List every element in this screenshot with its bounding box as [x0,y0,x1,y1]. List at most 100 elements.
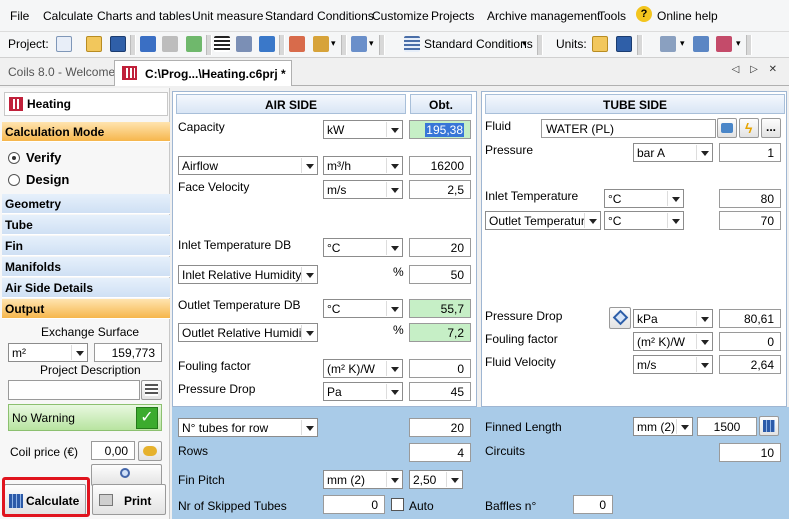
chevron-down-icon[interactable] [386,472,401,487]
outlet-temperature-select[interactable]: Outlet Temperature [485,211,601,230]
air-fouling-unit-select[interactable]: (m² K)/W [323,359,403,378]
standard-conditions-dropdown[interactable]: Standard Conditions [424,37,533,51]
chevron-down-icon[interactable] [667,213,682,228]
section-output[interactable]: Output [2,299,170,319]
chevron-down-icon[interactable] [696,334,711,349]
chevron-down-icon[interactable] [386,384,401,399]
inlet-temperature-input[interactable]: 80 [719,189,781,208]
skipped-tubes-input[interactable]: 0 [323,495,385,514]
fluid-select-button[interactable] [717,118,737,138]
tube-pressure-drop-unit-select[interactable]: kPa [633,309,713,328]
chevron-down-icon[interactable] [71,345,86,360]
pressure-unit-select[interactable]: bar A [633,143,713,162]
fluid-properties-button[interactable]: ϟ [739,118,759,138]
chevron-down-icon[interactable] [301,158,316,173]
tube-pressure-drop-input[interactable]: 80,61 [719,309,781,328]
auto-checkbox[interactable] [391,498,404,511]
chevron-down-icon[interactable] [584,213,599,228]
finned-length-calc-button[interactable] [759,416,779,436]
menu-archive[interactable]: Archive management [487,9,600,23]
list-icon[interactable] [214,36,230,52]
radio-verify-label[interactable]: Verify [26,150,61,165]
chevron-down-icon[interactable] [696,145,711,160]
chevron-down-icon[interactable] [301,267,316,282]
chart-bar-icon[interactable] [313,36,329,52]
inlet-rh-input[interactable]: 50 [409,265,471,284]
open-units-icon[interactable] [592,36,608,52]
radio-verify[interactable] [8,152,20,164]
chevron-down-icon[interactable]: ▾ [331,38,336,49]
section-calculation-mode[interactable]: Calculation Mode [2,122,170,142]
menu-file[interactable]: File [10,9,29,23]
section-tube[interactable]: Tube [2,215,170,235]
tube-fouling-input[interactable]: 0 [719,332,781,351]
tab-navigation[interactable]: ◁ ▷ ✕ [732,64,781,75]
settings-icon[interactable] [660,36,676,52]
calculator-icon[interactable] [140,36,156,52]
outlet-temperature-unit-select[interactable]: °C [604,211,684,230]
fin-pitch-unit-select[interactable]: mm (2) [323,470,403,489]
airflow-select[interactable]: Airflow [178,156,318,175]
chevron-down-icon[interactable] [676,419,691,434]
fluid-velocity-unit-select[interactable]: m/s [633,355,713,374]
tube-fouling-unit-select[interactable]: (m² K)/W [633,332,713,351]
rows-input[interactable]: 4 [409,443,471,462]
chevron-down-icon[interactable]: ▾ [369,38,374,49]
airflow-input[interactable]: 16200 [409,156,471,175]
menu-customize[interactable]: Customize [372,9,429,23]
chevron-down-icon[interactable] [301,325,316,340]
section-manifolds[interactable]: Manifolds [2,257,170,277]
inlet-db-input[interactable]: 20 [409,238,471,257]
menu-charts[interactable]: Charts and tables [97,9,191,23]
wing-icon[interactable] [259,36,275,52]
menu-tools[interactable]: Tools [598,9,626,23]
face-velocity-unit-select[interactable]: m/s [323,180,403,199]
capacity-unit-select[interactable]: kW [323,120,403,139]
tools-icon[interactable] [236,36,252,52]
print-button[interactable]: Print [92,484,166,515]
chart-icon[interactable] [186,36,202,52]
coins-button[interactable] [138,441,162,461]
air-fouling-input[interactable]: 0 [409,359,471,378]
inlet-rh-select[interactable]: Inlet Relative Humidity [178,265,318,284]
chevron-down-icon[interactable]: ▾ [522,38,527,49]
exchange-unit-select[interactable]: m² [8,343,88,362]
menu-projects[interactable]: Projects [431,9,474,23]
section-fin[interactable]: Fin [2,236,170,256]
air-pressure-drop-input[interactable]: 45 [409,382,471,401]
chevron-down-icon[interactable]: ▾ [680,38,685,49]
tab-heating-project[interactable]: C:\Prog...\Heating.c6prj * [114,60,292,86]
finned-length-unit-select[interactable]: mm (2) [633,417,693,436]
coil-price-input[interactable]: 0,00 [91,441,135,460]
open-folder-icon[interactable] [86,36,102,52]
fluid-velocity-input[interactable]: 2,64 [719,355,781,374]
section-geometry[interactable]: Geometry [2,194,170,214]
edit-description-button[interactable] [141,380,162,400]
menu-standard-conditions[interactable]: Standard Conditions [265,9,374,23]
chevron-down-icon[interactable] [301,420,316,435]
chevron-down-icon[interactable] [386,301,401,316]
tubes-per-row-select[interactable]: N° tubes for row [178,418,318,437]
print-icon[interactable] [162,36,178,52]
capacity-value[interactable]: 195,38 [409,120,471,139]
outlet-temperature-input[interactable]: 70 [719,211,781,230]
export-icon[interactable] [693,36,709,52]
save-icon[interactable] [110,36,126,52]
new-project-icon[interactable] [56,36,72,52]
user-icon[interactable] [716,36,732,52]
finned-length-input[interactable]: 1500 [697,417,757,436]
inlet-temperature-unit-select[interactable]: °C [604,189,684,208]
pressure-input[interactable]: 1 [719,143,781,162]
menu-calculate[interactable]: Calculate [43,9,93,23]
outlet-rh-select[interactable]: Outlet Relative Humidity [178,323,318,342]
chevron-down-icon[interactable] [667,191,682,206]
chevron-down-icon[interactable] [696,357,711,372]
chevron-down-icon[interactable] [386,158,401,173]
fin-pitch-value-select[interactable]: 2,50 [409,470,463,489]
pencil-icon[interactable] [351,36,367,52]
outlet-db-unit-select[interactable]: °C [323,299,403,318]
check-icon[interactable]: ✓ [136,407,158,429]
tab-welcome[interactable]: Coils 8.0 - Welcome! [8,65,118,79]
chevron-down-icon[interactable] [386,240,401,255]
project-description-input[interactable] [8,380,140,400]
